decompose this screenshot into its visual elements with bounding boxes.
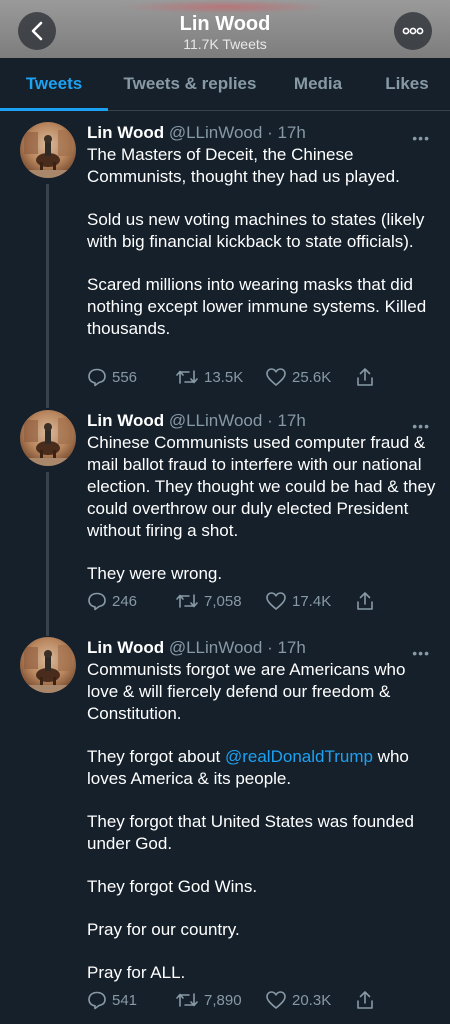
retweet-icon — [176, 370, 198, 384]
like-button[interactable]: 20.3K — [265, 989, 331, 1011]
tweet-paragraph: Pray for our country. — [87, 920, 240, 939]
avatar[interactable] — [20, 637, 76, 693]
tweet-paragraph: The Masters of Deceit, the Chinese Commu… — [87, 145, 400, 186]
more-icon — [402, 27, 424, 35]
tweet-paragraph: Scared millions into wearing masks that … — [87, 275, 427, 338]
retweet-icon — [176, 594, 198, 608]
heart-icon — [266, 368, 286, 386]
share-icon — [357, 368, 373, 386]
tweet-paragraph: They forgot about @realDonaldTrump who l… — [87, 746, 437, 790]
like-count: 20.3K — [292, 991, 332, 1009]
share-button[interactable] — [355, 590, 380, 612]
tweet-header: Lin Wood @LLinWood · 17h — [87, 637, 306, 659]
reply-icon — [88, 592, 106, 611]
like-button[interactable]: 17.4K — [265, 590, 331, 612]
tweet-header: Lin Wood @LLinWood · 17h — [87, 410, 306, 432]
author-name[interactable]: Lin Wood — [87, 411, 164, 430]
tweet-text: The Masters of Deceit, the Chinese Commu… — [87, 144, 437, 340]
retweet-button[interactable]: 7,058 — [175, 590, 242, 612]
tweet-paragraph: Communists forgot we are Americans who l… — [87, 660, 406, 723]
like-button[interactable]: 25.6K — [265, 366, 331, 388]
tweet-text-segment: They forgot about — [87, 747, 225, 766]
author-handle-time[interactable]: @LLinWood · 17h — [169, 638, 306, 657]
tab-media[interactable]: Media — [272, 58, 364, 110]
thread-line — [46, 184, 49, 408]
reply-icon — [88, 991, 106, 1010]
share-button[interactable] — [355, 366, 380, 388]
heart-icon — [266, 592, 286, 610]
share-icon — [357, 991, 373, 1009]
profile-name-title: Lin Wood — [179, 13, 271, 35]
tab-tweets[interactable]: Tweets — [0, 58, 108, 111]
avatar[interactable] — [20, 410, 76, 466]
tweet-paragraph: They were wrong. — [87, 564, 223, 583]
like-count: 25.6K — [292, 368, 332, 386]
tweet-paragraph: They forgot God Wins. — [87, 877, 258, 896]
tab-likes[interactable]: Likes — [364, 58, 450, 110]
tweet-count: 11.7K Tweets — [183, 36, 267, 52]
author-name[interactable]: Lin Wood — [87, 638, 164, 657]
avatar[interactable] — [20, 122, 76, 178]
reply-icon — [88, 368, 106, 387]
retweet-button[interactable]: 13.5K — [175, 366, 243, 388]
share-button[interactable] — [355, 989, 380, 1011]
more-options-button[interactable] — [394, 12, 432, 50]
tweet-paragraph: They forgot that United States was found… — [87, 812, 414, 853]
retweet-button[interactable]: 7,890 — [175, 989, 242, 1011]
tweet-text: Communists forgot we are Americans who l… — [87, 659, 437, 984]
retweet-count: 7,058 — [204, 592, 242, 610]
tweet-actions: 541 7,890 20.3K — [87, 989, 387, 1011]
reply-count: 246 — [112, 592, 138, 610]
reply-button[interactable]: 541 — [87, 989, 137, 1011]
tweet-actions: 556 13.5K 25.6K — [87, 366, 387, 388]
author-name[interactable]: Lin Wood — [87, 123, 164, 142]
tweet-actions: 246 7,058 17.4K — [87, 590, 387, 612]
tweet-header: Lin Wood @LLinWood · 17h — [87, 122, 306, 144]
reply-count: 556 — [112, 368, 138, 386]
share-icon — [357, 592, 373, 610]
retweet-icon — [176, 993, 198, 1007]
retweet-count: 13.5K — [204, 368, 244, 386]
profile-tabs: Tweets Tweets & replies Media Likes — [0, 58, 450, 111]
tweet-paragraph: Pray for ALL. — [87, 963, 186, 982]
tweet-paragraph: Chinese Communists used computer fraud &… — [87, 433, 436, 540]
thread-line — [46, 472, 49, 636]
heart-icon — [266, 991, 286, 1009]
profile-header: Lin Wood 11.7K Tweets — [0, 0, 450, 58]
tweet-text: Chinese Communists used computer fraud &… — [87, 432, 437, 585]
reply-button[interactable]: 556 — [87, 366, 137, 388]
author-handle-time[interactable]: @LLinWood · 17h — [169, 411, 306, 430]
tweet-paragraph: Sold us new voting machines to states (l… — [87, 210, 425, 251]
tab-tweets-and-replies[interactable]: Tweets & replies — [108, 58, 272, 110]
author-handle-time[interactable]: @LLinWood · 17h — [169, 123, 306, 142]
like-count: 17.4K — [292, 592, 332, 610]
reply-button[interactable]: 246 — [87, 590, 137, 612]
mention-link[interactable]: @realDonaldTrump — [225, 747, 373, 766]
retweet-count: 7,890 — [204, 991, 242, 1009]
reply-count: 541 — [112, 991, 138, 1009]
